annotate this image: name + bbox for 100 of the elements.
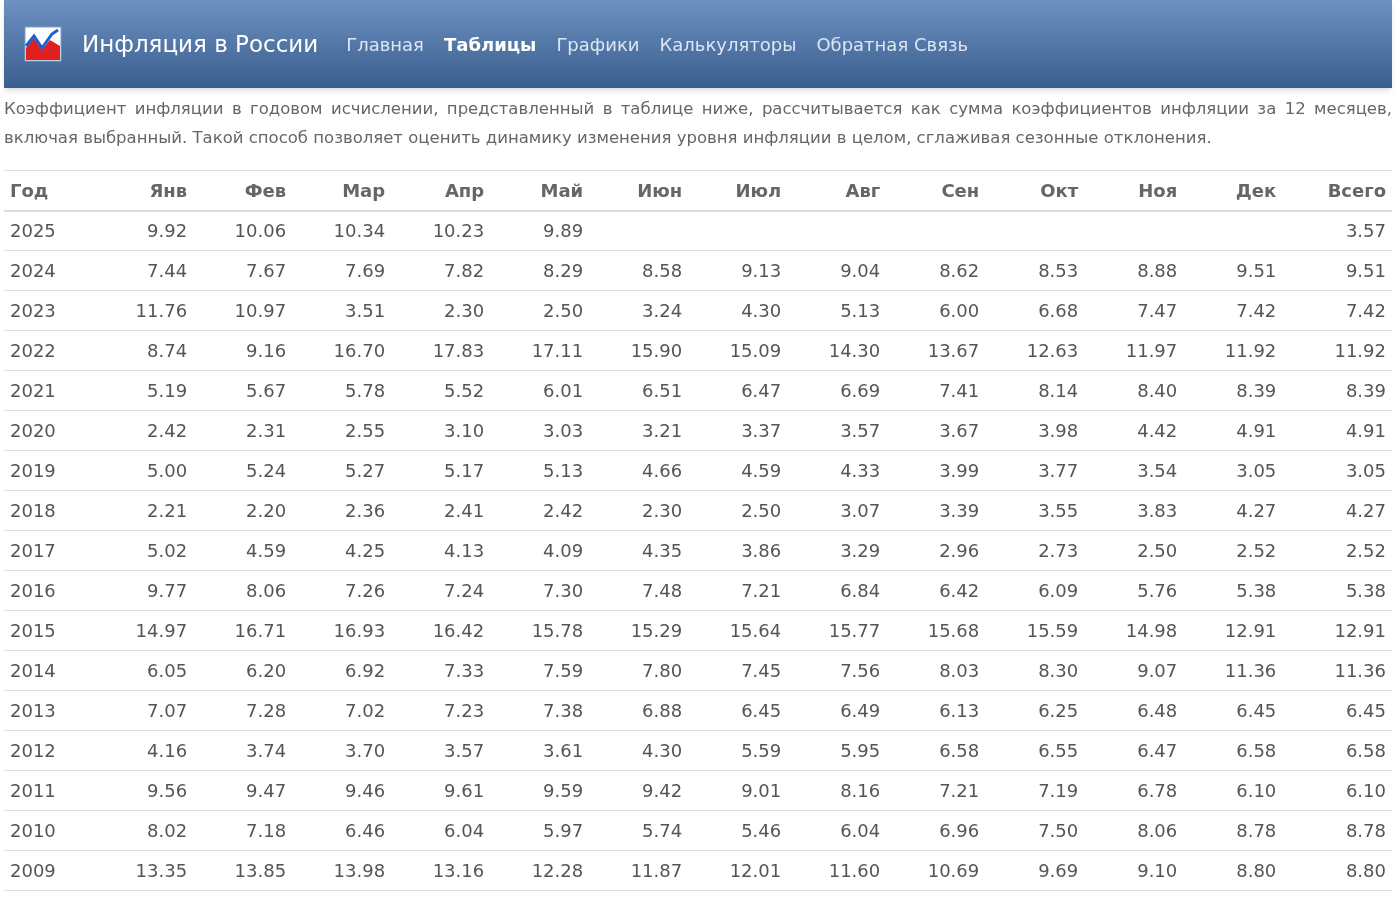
nav-link[interactable]: Главная	[336, 30, 434, 58]
table-cell: 11.97	[1125, 340, 1178, 361]
table-cell: 4.91	[1345, 420, 1386, 441]
table-cell: 7.23	[444, 700, 485, 721]
table-cell: 3.57	[444, 740, 485, 761]
table-cell: 9.42	[642, 780, 683, 801]
table-cell: 3.67	[939, 420, 980, 441]
table-cell: 10.97	[234, 300, 287, 321]
table-cell: 5.38	[1345, 580, 1386, 601]
table-cell: 2009	[10, 860, 56, 881]
table-cell: 7.69	[345, 260, 386, 281]
table-cell: 4.66	[642, 460, 683, 481]
table-cell: 8.06	[246, 580, 287, 601]
table-cell: 2025	[10, 220, 56, 242]
table-cell: 6.58	[939, 740, 980, 761]
table-cell: 14.97	[135, 620, 188, 641]
table-cell: 3.55	[1038, 500, 1079, 521]
table-cell: 6.69	[840, 380, 881, 401]
table-cell: 6.04	[840, 820, 881, 841]
table-cell: 6.78	[1137, 780, 1178, 801]
nav-link[interactable]: Обратная Связь	[806, 30, 979, 58]
table-cell: 8.78	[1236, 820, 1277, 841]
nav-link[interactable]: Графики	[546, 30, 650, 58]
table-cell: 5.02	[147, 540, 188, 561]
table-cell: 9.69	[1038, 860, 1079, 881]
table-cell: 12.28	[531, 860, 584, 881]
table-cell: 6.20	[246, 660, 287, 681]
intro-paragraph: Коэффициент инфляции в годовом исчислении, представленный в таблице ниже, рассчитывается как сумма коэффициентов инфляции за 12 месяцев, включая выбранный. Такой способ позволяет оценить динамику изменения уровня инфляции в целом, сглаживая сезонные отклонения.	[3, 98, 1393, 149]
table-cell: 15.59	[1026, 620, 1079, 641]
table-cell: 6.01	[543, 380, 584, 401]
table-cell: 5.78	[345, 380, 386, 401]
table-cell: 3.98	[1038, 420, 1079, 441]
table-cell: 3.54	[1137, 460, 1178, 481]
table-cell: 2014	[10, 660, 56, 681]
table-cell: 6.10	[1345, 780, 1386, 801]
table-cell: 7.19	[1038, 780, 1079, 801]
column-header: Мар	[292, 170, 392, 211]
table-cell: 9.59	[543, 780, 584, 801]
table-cell: 11.87	[630, 860, 683, 881]
table-cell: 17.11	[531, 340, 584, 361]
table-cell: 8.80	[1345, 860, 1386, 881]
table-cell: 3.61	[543, 740, 584, 761]
site-title[interactable]: Инфляция в России	[82, 26, 319, 62]
table-cell: 2.52	[1345, 540, 1386, 561]
table-cell: 4.25	[345, 540, 386, 561]
table-cell: 3.83	[1137, 500, 1178, 521]
table-cell: 7.42	[1236, 300, 1277, 321]
table-cell: 8.39	[1345, 380, 1386, 401]
table-cell: 13.67	[927, 340, 980, 361]
table-cell: 5.27	[345, 460, 386, 481]
table-cell: 6.46	[345, 820, 386, 841]
table-cell: 7.21	[741, 580, 782, 601]
table-cell: 2019	[10, 460, 56, 481]
table-cell: 15.77	[828, 620, 881, 641]
table-cell: 6.04	[444, 820, 485, 841]
column-header: Янв	[94, 170, 194, 211]
column-header: Июл	[688, 170, 788, 211]
table-cell: 5.74	[642, 820, 683, 841]
table-cell: 8.29	[543, 260, 584, 281]
table-cell: 2013	[10, 700, 56, 721]
nav-link[interactable]: Таблицы	[433, 30, 547, 58]
table-cell: 3.05	[1345, 460, 1386, 481]
table-cell: 9.77	[147, 580, 188, 601]
column-header: Фев	[193, 170, 293, 211]
table-cell: 3.77	[1038, 460, 1079, 481]
table-cell: 2.30	[642, 500, 683, 521]
table-cell: 3.37	[741, 420, 782, 441]
table-cell: 12.01	[729, 860, 782, 881]
table-cell: 8.58	[642, 260, 683, 281]
table-cell: 6.45	[1345, 700, 1386, 721]
table-cell: 8.03	[939, 660, 980, 681]
table-cell: 4.30	[642, 740, 683, 761]
table-cell: 2024	[10, 260, 56, 281]
nav-link[interactable]: Калькуляторы	[649, 30, 807, 58]
column-header: Дек	[1183, 170, 1283, 211]
table-cell: 7.26	[345, 580, 386, 601]
table-cell: 7.41	[939, 380, 980, 401]
table-cell: 2.42	[543, 500, 584, 521]
table-cell: 6.09	[1038, 580, 1079, 601]
table-cell: 6.47	[1137, 740, 1178, 761]
table-cell: 3.57	[1345, 220, 1386, 242]
table-cell: 5.52	[444, 380, 485, 401]
table-cell: 8.39	[1236, 380, 1277, 401]
table-cell: 3.99	[939, 460, 980, 481]
table-cell: 16.70	[333, 340, 386, 361]
table-cell: 7.24	[444, 580, 485, 601]
table-cell: 2011	[10, 780, 56, 801]
table-cell: 7.47	[1137, 300, 1178, 321]
table-cell: 5.59	[741, 740, 782, 761]
table-cell: 4.09	[543, 540, 584, 561]
table-cell: 4.30	[741, 300, 782, 321]
table-cell: 9.01	[741, 780, 782, 801]
table-cell: 4.42	[1137, 420, 1178, 441]
table-cell: 2.52	[1236, 540, 1277, 561]
table-cell: 2023	[10, 300, 56, 321]
table-cell: 4.91	[1236, 420, 1277, 441]
table-cell: 2021	[10, 380, 56, 401]
table-cell: 2.30	[444, 300, 485, 321]
table-cell: 10.34	[333, 220, 386, 242]
table-cell: 2017	[10, 540, 56, 561]
